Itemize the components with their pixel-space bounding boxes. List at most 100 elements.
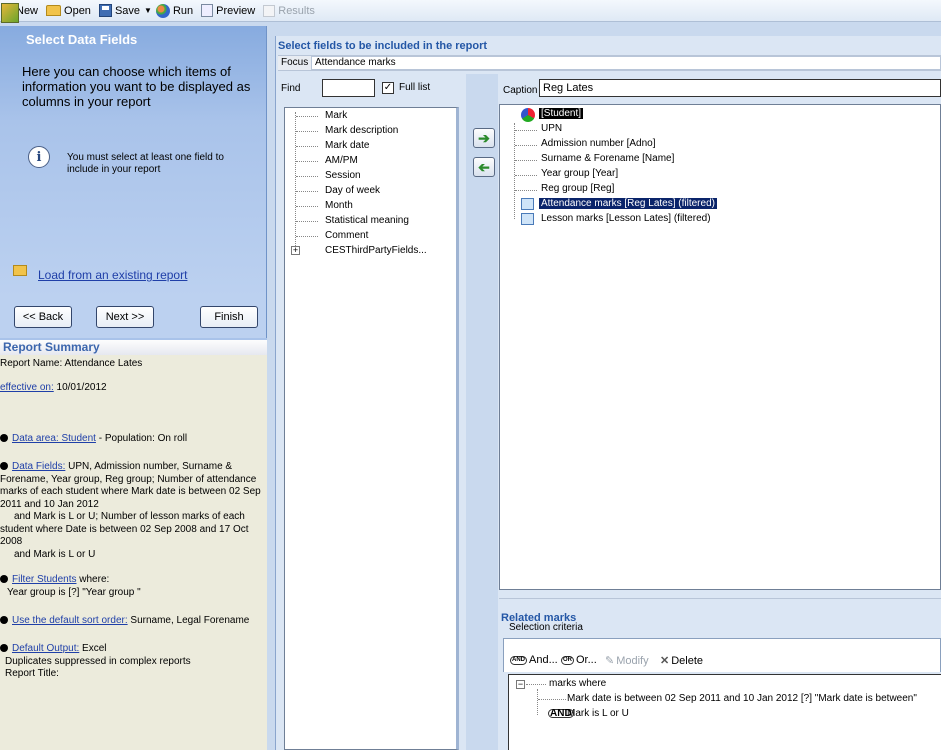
focus-field[interactable]: Attendance marks bbox=[311, 56, 941, 70]
tree-line bbox=[515, 175, 537, 176]
and-icon: AND bbox=[510, 655, 527, 665]
field-item[interactable]: Mark date bbox=[325, 140, 369, 151]
focus-label: Focus bbox=[281, 57, 309, 68]
data-fields-line-6: student where Date is between 02 Sep 200… bbox=[0, 523, 249, 535]
results-button[interactable]: Results bbox=[263, 4, 315, 17]
data-fields-line-1: Data Fields: UPN, Admission number, Surn… bbox=[0, 461, 264, 474]
tree-line bbox=[296, 221, 318, 222]
preview-button[interactable]: Preview bbox=[201, 4, 255, 17]
field-item[interactable]: Mark description bbox=[325, 125, 398, 136]
field-item[interactable]: Day of week bbox=[325, 185, 380, 196]
duplicates-line: Duplicates suppressed in complex reports bbox=[5, 656, 191, 667]
wizard-nav: << Back Next >> Finish bbox=[0, 298, 267, 338]
or-label: Or... bbox=[576, 654, 597, 666]
field-item[interactable]: CESThirdPartyFields... bbox=[325, 245, 427, 256]
preview-label: Preview bbox=[216, 4, 256, 17]
effective-link[interactable]: effective on: bbox=[0, 382, 54, 393]
field-item[interactable]: Session bbox=[325, 170, 361, 181]
criteria-tree[interactable]: − marks where Mark date is between 02 Se… bbox=[508, 674, 941, 750]
or-button[interactable]: OR Or... bbox=[561, 654, 597, 666]
find-input[interactable] bbox=[322, 79, 375, 97]
run-icon bbox=[155, 3, 170, 18]
open-label: Open bbox=[64, 4, 91, 17]
bullet-icon bbox=[0, 575, 8, 583]
run-button[interactable]: Run bbox=[155, 3, 193, 18]
tree-line bbox=[515, 190, 537, 191]
tree-line bbox=[296, 116, 318, 117]
report-summary: Report Name: Attendance Lates effective … bbox=[0, 355, 267, 750]
add-field-button[interactable]: ➔ bbox=[473, 128, 495, 148]
finish-button[interactable]: Finish bbox=[200, 306, 258, 328]
bullet-icon bbox=[0, 616, 8, 624]
delete-button[interactable]: ✕ Delete bbox=[660, 654, 703, 668]
caption-input[interactable]: Reg Lates bbox=[539, 79, 941, 97]
info-icon: i bbox=[28, 146, 50, 168]
full-list-checkbox[interactable]: ✓ bbox=[382, 82, 394, 94]
selected-item[interactable]: Admission number [Adno] bbox=[541, 138, 656, 149]
expand-icon[interactable]: + bbox=[291, 246, 300, 255]
field-item[interactable]: Statistical meaning bbox=[325, 215, 409, 226]
back-button[interactable]: << Back bbox=[14, 306, 72, 328]
results-icon bbox=[263, 4, 276, 17]
filter-line: Filter Students where: bbox=[0, 574, 264, 587]
criteria-item[interactable]: Mark is L or U bbox=[567, 708, 629, 719]
data-fields-line-2: Forename, Year group, Reg group; Number … bbox=[0, 473, 257, 485]
field-item[interactable]: Mark bbox=[325, 110, 347, 121]
tree-line bbox=[526, 684, 546, 685]
tree-lines bbox=[295, 112, 296, 248]
field-item[interactable]: Comment bbox=[325, 230, 368, 241]
summary-title: Report Summary bbox=[3, 340, 100, 354]
data-fields-line-4: 2011 and 10 Jan 2012 bbox=[0, 498, 99, 510]
selected-item[interactable]: Year group [Year] bbox=[541, 168, 618, 179]
open-button[interactable]: Open bbox=[46, 5, 91, 17]
selected-fields-tree[interactable]: [Student] UPN Admission number [Adno] Su… bbox=[499, 104, 941, 590]
field-item[interactable]: AM/PM bbox=[325, 155, 358, 166]
criteria-item[interactable]: Mark date is between 02 Sep 2011 and 10 … bbox=[567, 693, 917, 704]
load-existing-report-link[interactable]: Load from an existing report bbox=[38, 268, 187, 282]
field-item[interactable]: Month bbox=[325, 200, 353, 211]
data-fields-block: Data Fields: UPN, Admission number, Surn… bbox=[0, 461, 264, 561]
tree-line bbox=[296, 191, 318, 192]
save-dropdown-icon[interactable]: ▼ bbox=[144, 6, 152, 15]
folder-icon bbox=[13, 265, 27, 276]
modify-button[interactable]: ✎ Modify bbox=[605, 654, 649, 668]
selected-item[interactable]: Attendance marks [Reg Lates] (filtered) bbox=[539, 198, 717, 209]
tree-line bbox=[515, 130, 537, 131]
new-label: New bbox=[16, 4, 39, 17]
tree-line bbox=[296, 161, 318, 162]
output-rest: Excel bbox=[79, 643, 107, 654]
save-button[interactable]: Save bbox=[98, 4, 141, 17]
wizard-icon bbox=[1, 3, 19, 23]
wizard-description: Here you can choose which items of infor… bbox=[22, 64, 251, 109]
next-button[interactable]: Next >> bbox=[96, 306, 154, 328]
sort-line: Use the default sort order: Surname, Leg… bbox=[0, 615, 264, 628]
save-label: Save bbox=[114, 4, 141, 17]
filter-link[interactable]: Filter Students bbox=[12, 574, 76, 585]
info-text: You must select at least one field to in… bbox=[67, 152, 224, 175]
effective-line: effective on: 10/01/2012 bbox=[0, 382, 264, 395]
selected-item[interactable]: Surname & Forename [Name] bbox=[541, 153, 674, 164]
main-toolbar: New Open Save ▼ Run Preview Results bbox=[0, 0, 941, 22]
data-fields-link[interactable]: Data Fields: bbox=[12, 461, 65, 472]
available-fields-tree[interactable]: Mark Mark description Mark date AM/PM Se… bbox=[284, 107, 459, 750]
selected-item[interactable]: Lesson marks [Lesson Lates] (filtered) bbox=[541, 213, 711, 224]
selected-item[interactable]: [Student] bbox=[539, 108, 584, 119]
tree-line bbox=[296, 176, 318, 177]
selected-item[interactable]: UPN bbox=[541, 123, 562, 134]
floppy-icon bbox=[98, 4, 112, 17]
selected-item[interactable]: Reg group [Reg] bbox=[541, 183, 614, 194]
bullet-icon bbox=[0, 462, 8, 470]
data-area-link[interactable]: Data area: Student bbox=[12, 433, 96, 444]
remove-field-button[interactable]: ➔ bbox=[473, 157, 495, 177]
output-link[interactable]: Default Output: bbox=[12, 643, 79, 654]
delete-icon: ✕ bbox=[660, 655, 670, 667]
data-fields-line-8: and Mark is L or U bbox=[14, 548, 96, 560]
and-button[interactable]: AND And... bbox=[510, 654, 558, 666]
sort-link[interactable]: Use the default sort order: bbox=[12, 615, 128, 626]
grid-icon bbox=[521, 198, 534, 210]
tree-line bbox=[515, 145, 537, 146]
collapse-icon[interactable]: − bbox=[516, 680, 525, 689]
folder-icon bbox=[46, 5, 62, 16]
grid-icon bbox=[521, 213, 534, 225]
criteria-root[interactable]: marks where bbox=[549, 678, 606, 689]
